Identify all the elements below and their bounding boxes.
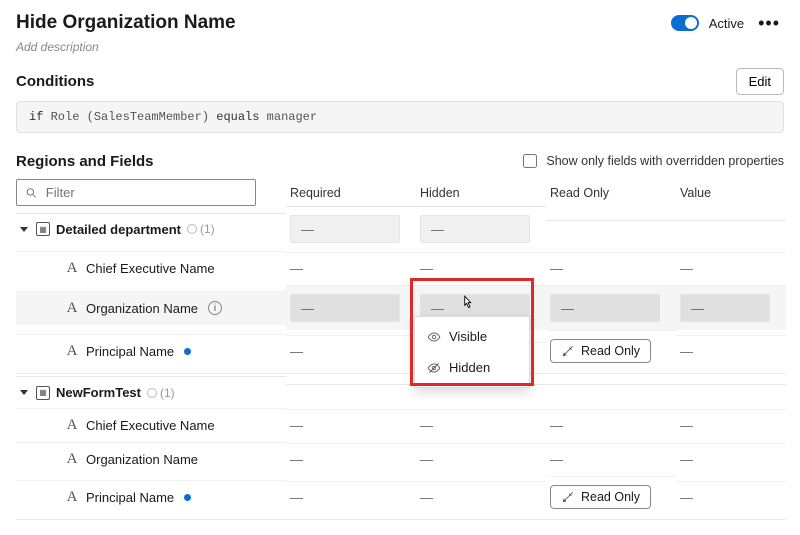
readonly-pill[interactable]: Read Only <box>550 485 651 509</box>
hidden-cell[interactable]: — <box>420 215 530 243</box>
required-cell[interactable]: — <box>290 452 303 467</box>
edit-conditions-button[interactable]: Edit <box>736 68 784 95</box>
field-row[interactable]: A Organization Name <box>16 442 286 476</box>
eye-off-icon <box>427 361 441 375</box>
readonly-cell[interactable]: — <box>550 261 563 276</box>
required-cell[interactable]: — <box>290 215 400 243</box>
text-field-icon: A <box>64 451 80 468</box>
regions-title: Regions and Fields <box>16 153 154 170</box>
field-row[interactable]: A Chief Executive Name <box>16 408 286 442</box>
text-field-icon: A <box>64 489 80 506</box>
value-cell[interactable]: — <box>680 418 693 433</box>
dropdown-option-hidden[interactable]: Hidden <box>415 352 529 383</box>
conditions-title: Conditions <box>16 73 94 90</box>
active-label: Active <box>709 16 744 31</box>
show-only-overridden-checkbox[interactable]: Show only fields with overridden propert… <box>519 151 784 171</box>
region-icon: ▦ <box>36 222 50 236</box>
hidden-cell[interactable]: — <box>420 452 433 467</box>
col-readonly: Read Only <box>546 180 676 206</box>
readonly-icon <box>561 344 575 358</box>
condition-expression: if Role (SalesTeamMember) equals manager <box>16 101 784 133</box>
text-field-icon: A <box>64 343 80 360</box>
value-cell[interactable]: — <box>680 452 693 467</box>
text-field-icon: A <box>64 417 80 434</box>
override-dot-icon <box>184 494 191 501</box>
readonly-icon <box>561 490 575 504</box>
value-cell[interactable]: — <box>680 490 693 505</box>
readonly-cell[interactable]: — <box>550 452 563 467</box>
caret-down-icon <box>20 390 28 395</box>
more-menu-icon[interactable]: ••• <box>754 13 784 34</box>
field-row[interactable]: A Organization Name i <box>16 291 286 325</box>
col-required: Required <box>286 180 416 206</box>
hidden-cell[interactable]: — <box>420 490 433 505</box>
override-count: (1) <box>187 222 215 236</box>
required-cell[interactable]: — <box>290 490 303 505</box>
col-value: Value <box>676 180 786 206</box>
field-row[interactable]: A Principal Name <box>16 334 286 368</box>
col-hidden: Hidden <box>416 180 546 206</box>
active-toggle[interactable] <box>671 15 699 31</box>
required-cell[interactable]: — <box>290 418 303 433</box>
required-cell[interactable]: — <box>290 294 400 322</box>
text-field-icon: A <box>64 300 80 317</box>
info-icon[interactable]: i <box>208 301 222 315</box>
hidden-cell[interactable]: — <box>420 418 433 433</box>
value-cell[interactable]: — <box>680 294 770 322</box>
readonly-pill[interactable]: Read Only <box>550 339 651 363</box>
region-icon: ▦ <box>36 386 50 400</box>
hidden-cell[interactable]: — <box>420 261 433 276</box>
text-field-icon: A <box>64 260 80 277</box>
hidden-dropdown: Visible Hidden <box>414 316 530 388</box>
description-placeholder[interactable]: Add description <box>16 40 784 54</box>
eye-icon <box>427 330 441 344</box>
value-cell[interactable]: — <box>680 344 693 359</box>
dropdown-option-visible[interactable]: Visible <box>415 321 529 352</box>
page-title: Hide Organization Name <box>16 12 236 34</box>
required-cell[interactable]: — <box>290 344 303 359</box>
override-count: (1) <box>147 386 175 400</box>
value-cell[interactable]: — <box>680 261 693 276</box>
required-cell[interactable]: — <box>290 261 303 276</box>
search-icon <box>25 186 38 200</box>
group-header[interactable]: ▦ Detailed department (1) <box>16 213 286 245</box>
field-row[interactable]: A Principal Name <box>16 480 286 514</box>
filter-input[interactable] <box>16 179 256 206</box>
group-header[interactable]: ▦ NewFormTest (1) <box>16 376 286 408</box>
caret-down-icon <box>20 227 28 232</box>
readonly-cell[interactable]: — <box>550 418 563 433</box>
readonly-cell[interactable]: — <box>550 294 660 322</box>
override-dot-icon <box>184 348 191 355</box>
field-row[interactable]: A Chief Executive Name <box>16 251 286 285</box>
